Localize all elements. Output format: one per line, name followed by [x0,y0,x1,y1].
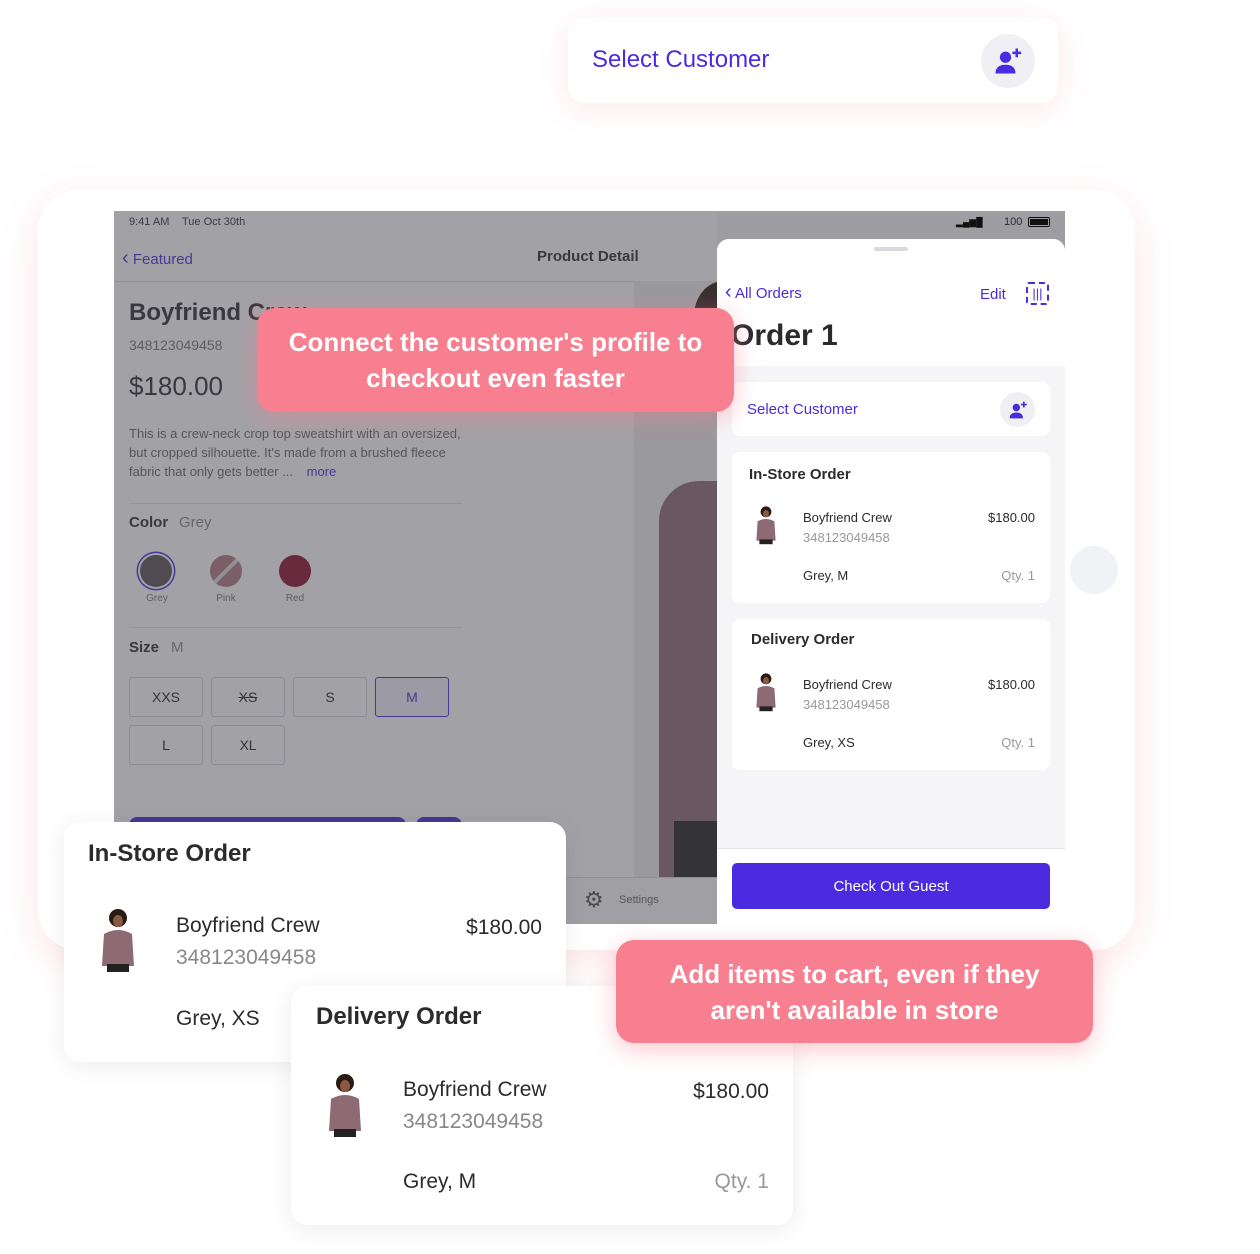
item-price: $180.00 [988,677,1035,692]
item-qty: Qty. 1 [714,1170,769,1193]
select-customer-label: Select Customer [747,401,858,418]
item-sku: 348123049458 [176,946,317,969]
battery-icon [1028,217,1050,227]
item-price: $180.00 [693,1080,769,1103]
add-person-icon [1008,400,1028,420]
item-qty: Qty. 1 [1001,568,1035,583]
add-person-icon [993,46,1023,76]
card-title: Delivery Order [316,1003,482,1030]
product-thumbnail [325,1072,365,1138]
item-name: Boyfriend Crew [176,914,320,937]
select-customer-row[interactable]: Select Customer [732,382,1050,436]
signal-icon: ▂▄▆█ [956,217,983,227]
item-variant: Grey, XS [803,735,855,750]
delivery-order-card[interactable]: Delivery Order Boyfriend Crew 3481230494… [732,619,1050,770]
add-customer-button[interactable] [1000,392,1035,427]
item-variant: Grey, XS [176,1007,260,1030]
chevron-left-icon: ‹ [725,281,732,303]
item-sku: 348123049458 [803,697,890,712]
item-price: $180.00 [466,916,542,939]
select-customer-label: Select Customer [592,46,770,73]
order-section-title: In-Store Order [749,466,851,483]
instore-order-card[interactable]: In-Store Order Boyfriend Crew 3481230494… [732,452,1050,603]
check-out-guest-button[interactable]: Check Out Guest [732,863,1050,909]
callout-add-items: Add items to cart, even if they aren't a… [616,940,1093,1043]
item-sku: 348123049458 [803,530,890,545]
edit-button[interactable]: Edit [980,286,1006,303]
home-button[interactable] [1070,546,1118,594]
item-price: $180.00 [988,510,1035,525]
item-variant: Grey, M [403,1170,477,1193]
add-customer-button[interactable] [981,34,1035,88]
product-thumbnail [754,671,778,713]
item-qty: Qty. 1 [1001,735,1035,750]
select-customer-card[interactable]: Select Customer [568,17,1058,103]
item-name: Boyfriend Crew [803,677,892,692]
order-section-title: Delivery Order [751,631,855,648]
battery-level: 100 [1004,216,1023,228]
item-name: Boyfriend Crew [403,1078,547,1101]
card-title: In-Store Order [88,840,251,867]
order-panel: ‹ All Orders Edit ||| Order 1 Select Cus… [717,239,1065,924]
barcode-scan-icon[interactable]: ||| [1026,282,1049,305]
product-thumbnail [98,907,138,973]
item-sku: 348123049458 [403,1110,544,1133]
product-thumbnail [754,504,778,546]
back-all-orders[interactable]: ‹ All Orders [725,281,802,304]
item-name: Boyfriend Crew [803,510,892,525]
order-title: Order 1 [731,319,838,352]
callout-connect-profile: Connect the customer's profile to checko… [257,308,734,412]
sheet-grabber[interactable] [874,247,908,251]
item-variant: Grey, M [803,568,849,583]
